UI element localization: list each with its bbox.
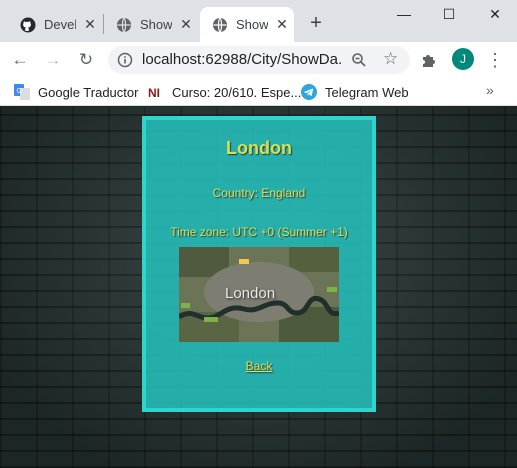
new-tab-button[interactable]: + <box>306 13 326 33</box>
window-close-icon[interactable]: ✕ <box>480 4 510 24</box>
bookmark-google-traductor[interactable]: G Google Traductor <box>14 82 138 102</box>
forward-arrow-icon[interactable]: → <box>41 48 65 72</box>
avatar[interactable]: J <box>452 48 474 70</box>
city-card: London Country: England Time zone: UTC +… <box>142 116 376 412</box>
city-map-image: London <box>179 247 339 342</box>
maximize-icon[interactable]: ☐ <box>434 4 464 24</box>
github-icon <box>20 17 36 32</box>
bookmarks-bar: G Google Traductor NI Curso: 20/610. Esp… <box>0 78 517 106</box>
chevron-double-right-icon[interactable]: » <box>486 82 494 98</box>
svg-text:NI: NI <box>148 86 160 100</box>
tab-devel[interactable]: Devel ✕ <box>8 7 102 42</box>
tab-title: Show <box>236 17 268 32</box>
close-icon[interactable]: ✕ <box>178 16 194 33</box>
svg-text:G: G <box>17 88 22 95</box>
bookmark-curso[interactable]: NI Curso: 20/610. Espe... <box>148 82 301 102</box>
bookmark-star-icon[interactable]: ☆ <box>383 49 398 69</box>
reload-icon[interactable]: ↻ <box>74 48 98 72</box>
page-title: London <box>226 138 292 158</box>
address-bar[interactable]: localhost:62988/City/ShowDa... ☆ <box>108 46 410 74</box>
tab-strip: Devel ✕ Show ✕ Show ✕ + — ☐ ✕ <box>0 0 517 42</box>
tab-show-1[interactable]: Show ✕ <box>104 7 198 42</box>
more-menu-icon[interactable]: ⋮ <box>486 48 504 72</box>
url-text[interactable]: localhost:62988/City/ShowDa... <box>142 51 342 68</box>
tab-title: Show <box>140 17 172 32</box>
zoom-icon[interactable] <box>351 52 367 68</box>
page-viewport: London Country: England Time zone: UTC +… <box>0 107 517 468</box>
globe-icon <box>213 17 227 32</box>
bookmark-label: Curso: 20/610. Espe... <box>172 84 302 100</box>
ni-icon: NI <box>148 84 164 100</box>
back-arrow-icon[interactable]: ← <box>8 48 32 72</box>
bookmark-telegram[interactable]: Telegram Web <box>301 82 409 102</box>
extensions-puzzle-icon[interactable] <box>420 51 438 69</box>
bookmark-label: Google Traductor <box>38 84 139 100</box>
timezone-text: Time zone: UTC +0 (Summer +1) <box>170 225 348 239</box>
back-link[interactable]: Back <box>146 359 372 373</box>
country-text: Country: England <box>212 186 306 200</box>
globe-icon <box>117 17 131 32</box>
close-icon[interactable]: ✕ <box>82 16 98 33</box>
tab-title: Devel <box>44 17 76 32</box>
tab-show-active[interactable]: Show ✕ <box>200 7 294 42</box>
bookmark-label: Telegram Web <box>325 84 409 100</box>
minimize-icon[interactable]: — <box>389 4 419 24</box>
telegram-icon <box>301 84 317 100</box>
map-label: London <box>225 285 276 302</box>
close-icon[interactable]: ✕ <box>274 16 290 33</box>
google-translate-icon: G <box>14 84 30 100</box>
info-icon[interactable] <box>117 52 133 68</box>
browser-toolbar: ← → ↻ localhost:62988/City/ShowDa... ☆ J… <box>0 42 517 78</box>
